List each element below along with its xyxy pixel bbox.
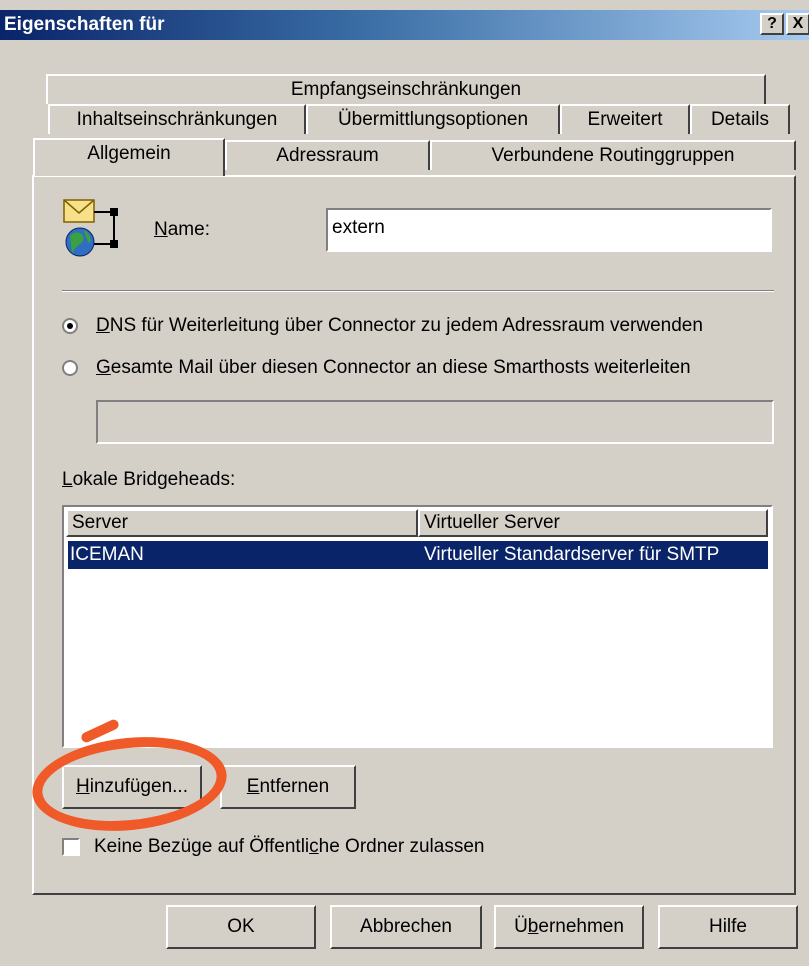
radio-dot <box>67 323 73 329</box>
add-button[interactable]: Hinzufügen... <box>62 765 202 809</box>
help-button[interactable]: Hilfe <box>658 905 798 949</box>
tab-allgemein[interactable]: Allgemein <box>33 138 225 176</box>
properties-dialog: Eigenschaften für ? X Empfangseinschränk… <box>0 0 809 966</box>
window-title: Eigenschaften für <box>4 14 165 35</box>
tab-details[interactable]: Details <box>690 104 790 134</box>
public-folders-label[interactable]: Keine Bezüge auf Öffentliche Ordner zula… <box>94 836 484 858</box>
name-label: Name: <box>154 219 210 240</box>
name-input[interactable]: extern <box>326 208 772 252</box>
tab-label: Übermittlungsoptionen <box>337 109 529 130</box>
tab-label: Empfangseinschränkungen <box>290 79 522 100</box>
close-icon[interactable]: X <box>786 13 809 35</box>
tab-label: Adressraum <box>276 145 379 166</box>
tab-label: Allgemein <box>87 143 171 164</box>
cell-server: ICEMAN <box>70 544 144 565</box>
tab-label: Erweitert <box>587 109 663 130</box>
radio-dns[interactable] <box>62 318 78 334</box>
cancel-button[interactable]: Abbrechen <box>330 905 482 949</box>
tab-verbundene-routinggruppen[interactable]: Verbundene Routinggruppen <box>430 140 796 170</box>
column-header-server[interactable]: Server <box>66 509 418 537</box>
tab-empfangseinschraenkungen[interactable]: Empfangseinschränkungen <box>46 74 766 104</box>
tab-label: Details <box>710 109 770 130</box>
apply-button[interactable]: Übernehmen <box>494 905 644 949</box>
radio-smarthost[interactable] <box>62 360 78 376</box>
tab-uebermittlungsoptionen[interactable]: Übermittlungsoptionen <box>306 104 560 134</box>
column-header-virtual-server[interactable]: Virtueller Server <box>418 509 768 537</box>
cell-virtual-server: Virtueller Standardserver für SMTP <box>424 544 720 565</box>
title-bar[interactable]: Eigenschaften für ? X <box>0 10 809 40</box>
tab-label: Verbundene Routinggruppen <box>491 145 735 166</box>
bridgeheads-label: Lokale Bridgeheads: <box>62 469 236 490</box>
tab-label: Inhaltseinschränkungen <box>76 109 278 130</box>
table-row[interactable]: ICEMAN Virtueller Standardserver für SMT… <box>68 541 768 569</box>
public-folders-checkbox[interactable] <box>62 838 80 856</box>
radio-dns-label[interactable]: DNS für Weiterleitung über Connector zu … <box>96 315 703 337</box>
separator <box>62 290 774 292</box>
mail-connector-icon <box>63 199 118 257</box>
ok-button[interactable]: OK <box>166 905 316 949</box>
help-icon[interactable]: ? <box>760 13 784 35</box>
tab-inhaltseinschraenkungen[interactable]: Inhaltseinschränkungen <box>48 104 306 134</box>
tab-erweitert[interactable]: Erweitert <box>560 104 690 134</box>
smarthost-input[interactable] <box>96 400 774 444</box>
bridgeheads-list[interactable]: Server Virtueller Server ICEMAN Virtuell… <box>62 505 773 748</box>
remove-button[interactable]: Entfernen <box>220 765 356 809</box>
radio-smarthost-label[interactable]: Gesamte Mail über diesen Connector an di… <box>96 357 691 379</box>
tab-adressraum[interactable]: Adressraum <box>225 140 430 170</box>
